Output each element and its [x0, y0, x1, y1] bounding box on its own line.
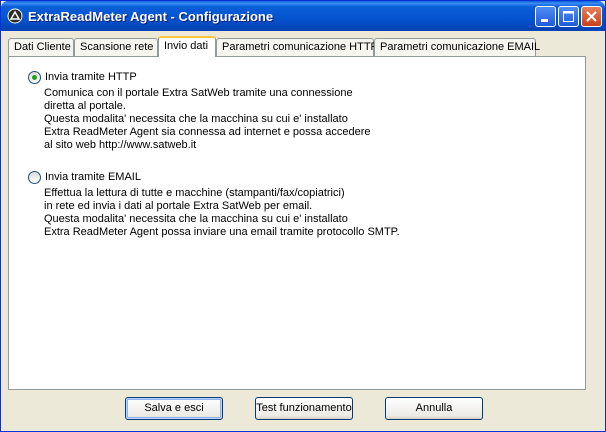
description-line: in rete ed invia i dati al portale Extra…	[44, 200, 313, 212]
close-icon	[586, 11, 597, 22]
tab-parametri-http[interactable]: Parametri comunicazione HTTP	[216, 38, 378, 56]
tab-scansione-rete[interactable]: Scansione rete	[74, 38, 158, 56]
maximize-button[interactable]	[558, 6, 579, 27]
radio-http[interactable]: Invia tramite HTTP	[28, 70, 137, 84]
description-line: diretta al portale.	[44, 100, 126, 112]
radio-checked-icon[interactable]	[28, 70, 41, 84]
radio-email[interactable]: Invia tramite EMAIL	[28, 170, 141, 184]
tab-label: Dati Cliente	[14, 41, 71, 53]
description-line: Effettua la lettura di tutte e macchine …	[44, 187, 345, 199]
minimize-icon	[541, 19, 548, 22]
email-description: Effettua la lettura di tutte e macchine …	[44, 187, 400, 239]
close-button[interactable]	[581, 6, 602, 27]
tab-invio-dati[interactable]: Invio dati	[158, 36, 216, 57]
description-line: al sito web http://www.satweb.it	[44, 139, 197, 151]
tab-label: Invio dati	[164, 40, 209, 52]
tab-panel-invio-dati: Invia tramite HTTP Comunica con il porta…	[8, 56, 586, 390]
description-line: Extra ReadMeter Agent sia connessa ad in…	[44, 126, 371, 138]
window-title: ExtraReadMeter Agent - Configurazione	[28, 9, 274, 24]
tab-label: Parametri comunicazione EMAIL	[380, 41, 541, 53]
http-description: Comunica con il portale Extra SatWeb tra…	[44, 87, 371, 152]
tab-dati-cliente[interactable]: Dati Cliente	[8, 38, 74, 56]
cancel-button[interactable]: Annulla	[385, 397, 483, 420]
description-line: Questa modalita' necessita che la macchi…	[44, 213, 348, 225]
title-bar[interactable]: ExtraReadMeter Agent - Configurazione	[1, 1, 605, 31]
save-and-exit-button[interactable]: Salva e esci	[125, 397, 223, 420]
tab-label: Parametri comunicazione HTTP	[222, 41, 378, 53]
maximize-icon	[563, 11, 574, 22]
config-window: ExtraReadMeter Agent - Configurazione Da…	[0, 0, 606, 432]
description-line: Extra ReadMeter Agent possa inviare una …	[44, 226, 400, 238]
radio-http-label[interactable]: Invia tramite HTTP	[45, 71, 137, 83]
description-line: Comunica con il portale Extra SatWeb tra…	[44, 87, 353, 99]
tab-parametri-email[interactable]: Parametri comunicazione EMAIL	[374, 38, 540, 56]
test-button[interactable]: Test funzionamento	[255, 397, 353, 420]
radio-unchecked-icon[interactable]	[28, 170, 41, 184]
radio-email-label[interactable]: Invia tramite EMAIL	[45, 171, 141, 183]
app-icon	[7, 8, 23, 24]
minimize-button[interactable]	[535, 6, 556, 27]
tab-label: Scansione rete	[80, 41, 154, 53]
description-line: Questa modalita' necessita che la macchi…	[44, 113, 348, 125]
